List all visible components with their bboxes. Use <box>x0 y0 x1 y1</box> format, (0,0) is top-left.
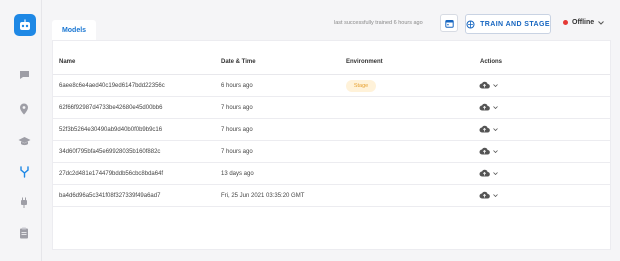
model-date: Fri, 25 Jun 2021 03:35:20 GMT <box>221 193 305 199</box>
train-and-stage-button[interactable]: TRAIN AND STAGE <box>465 14 551 34</box>
model-date: 7 hours ago <box>221 105 253 111</box>
model-name: 6aee8c6e4aed40c19ed6147bdd22356c <box>59 83 165 89</box>
model-name: ba4d6d96a5c341f08f327339f49a6ad7 <box>59 193 161 199</box>
chevron-down-icon <box>493 127 498 131</box>
cloud-upload-icon <box>479 147 490 155</box>
table-row[interactable]: 52f3b5264e30490ab9d40b0f0b9b9c16 7 hours… <box>53 119 610 141</box>
actions-menu[interactable] <box>479 103 498 111</box>
column-header-environment: Environment <box>346 59 383 65</box>
tab-models[interactable]: Models <box>52 20 96 40</box>
chevron-down-icon <box>493 83 498 87</box>
sidebar <box>0 0 42 261</box>
actions-menu[interactable] <box>479 191 498 199</box>
table-header: Name Date & Time Environment Actions <box>53 41 610 75</box>
status-dot-icon <box>563 20 568 25</box>
brain-icon <box>466 19 475 29</box>
model-name: 52f3b5264e30490ab9d40b0f0b9b9c16 <box>59 127 163 133</box>
model-name: 27dc2d481e174479bddb56cbc8bda64f <box>59 171 164 177</box>
actions-menu[interactable] <box>479 147 498 155</box>
table-row[interactable]: 6aee8c6e4aed40c19ed6147bdd22356c 6 hours… <box>53 75 610 97</box>
table-row[interactable]: ba4d6d96a5c341f08f327339f49a6ad7 Fri, 25… <box>53 185 610 207</box>
chevron-down-icon <box>493 149 498 153</box>
cloud-upload-icon <box>479 103 490 111</box>
cloud-upload-icon <box>479 81 490 89</box>
cloud-upload-icon <box>479 169 490 177</box>
actions-menu[interactable] <box>479 169 498 177</box>
actions-menu[interactable] <box>479 125 498 133</box>
calendar-button[interactable] <box>440 14 458 32</box>
model-date: 7 hours ago <box>221 149 253 155</box>
table-row[interactable]: 27dc2d481e174479bddb56cbc8bda64f 13 days… <box>53 163 610 185</box>
calendar-icon <box>444 19 454 28</box>
train-and-stage-label: TRAIN AND STAGE <box>480 20 550 28</box>
status-label: Offline <box>572 19 595 26</box>
actions-menu[interactable] <box>479 81 498 89</box>
column-header-date: Date & Time <box>221 59 256 65</box>
chevron-down-icon <box>493 105 498 109</box>
column-header-name: Name <box>59 59 76 65</box>
model-name: 34d60f795bfa45e69928035b160f882c <box>59 149 161 155</box>
table-row[interactable]: 34d60f795bfa45e69928035b160f882c 7 hours… <box>53 141 610 163</box>
graduation-cap-icon[interactable] <box>16 133 32 149</box>
models-panel: Name Date & Time Environment Actions 6ae… <box>52 40 611 250</box>
chevron-down-icon <box>493 193 498 197</box>
model-date: 13 days ago <box>221 171 254 177</box>
robot-icon[interactable] <box>14 14 36 36</box>
model-date: 7 hours ago <box>221 127 253 133</box>
table-row[interactable]: 62f66f92987d4733be42680e45d00bb6 7 hours… <box>53 97 610 119</box>
chevron-down-icon <box>493 171 498 175</box>
cloud-upload-icon <box>479 125 490 133</box>
environment-badge: Stage <box>346 80 376 92</box>
chevron-down-icon <box>598 20 605 25</box>
last-trained-text: last successfully trained 6 hours ago <box>334 20 423 26</box>
model-branch-icon[interactable] <box>16 164 32 180</box>
plug-icon[interactable] <box>16 195 32 211</box>
location-pin-icon[interactable] <box>16 101 32 117</box>
status-dropdown[interactable]: Offline <box>563 19 605 26</box>
clipboard-icon[interactable] <box>16 225 32 241</box>
cloud-upload-icon <box>479 191 490 199</box>
model-date: 6 hours ago <box>221 83 253 89</box>
chat-icon[interactable] <box>16 67 32 83</box>
model-name: 62f66f92987d4733be42680e45d00bb6 <box>59 105 163 111</box>
column-header-actions: Actions <box>480 59 503 65</box>
